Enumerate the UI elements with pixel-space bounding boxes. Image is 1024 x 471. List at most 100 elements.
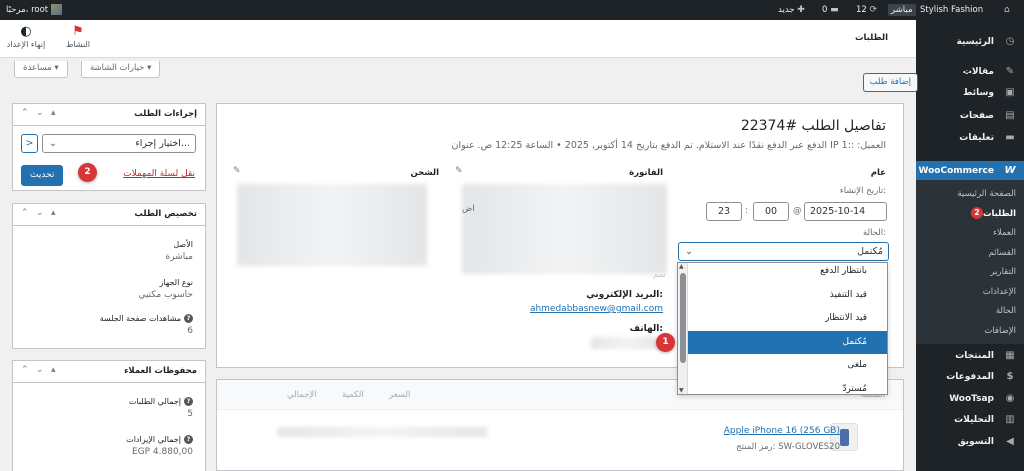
order-attribution-panel: تخصيص الطلب ⌃ ⌄ ▴ الأصل مباشرة نوع الجها… <box>12 203 206 349</box>
apply-action-button[interactable]: > <box>21 134 38 153</box>
total-orders-label: إجمالي الطلبات <box>128 397 181 406</box>
customer-history-header: محفوظات العملاء ⌃ ⌄ ▴ <box>13 361 205 383</box>
chevron-up-icon[interactable]: ⌃ <box>21 108 29 118</box>
new-content-menu[interactable]: جديد ✚ <box>778 0 805 20</box>
status-option[interactable]: مُستردّ <box>688 378 887 395</box>
chevron-up-icon[interactable]: ⌃ <box>21 365 29 375</box>
customer-email-link[interactable]: ahmedabbasnew@gmail.com <box>530 304 663 314</box>
help-button[interactable]: مساعدة ▾ <box>14 61 68 78</box>
help-icon[interactable]: ? <box>184 314 193 323</box>
new-label: جديد <box>778 5 795 15</box>
scroll-thumb[interactable] <box>680 273 686 363</box>
sidebar-item-label: صفحات <box>959 111 994 121</box>
submenu-item[interactable]: الصفحة الرئيسية <box>916 185 1024 203</box>
woocommerce-icon: W <box>1004 165 1016 176</box>
sidebar-item-analytics[interactable]: ▥ التحليلات <box>916 410 1024 430</box>
sidebar-item-label: التسويق <box>957 437 994 447</box>
comments-menu[interactable]: 0 ▬ <box>822 0 839 20</box>
billing-partial-text-2: سم <box>653 270 666 280</box>
status-label: الحالة: <box>862 228 886 238</box>
chevron-down-icon: ⌄ <box>685 246 693 257</box>
order-action-select[interactable]: اختيار إجراء... ⌄ <box>42 134 196 153</box>
status-option[interactable]: قيد التنفيذ <box>688 284 887 307</box>
status-option[interactable]: مُكتمل <box>688 330 887 354</box>
comments-icon: ▬ <box>1005 132 1015 143</box>
payments-icon: $ <box>1006 371 1014 382</box>
help-icon[interactable]: ? <box>184 397 193 406</box>
status-option[interactable]: ملغى <box>688 354 887 377</box>
activity-bar: ◐ إنهاء الإعداد ⚑ النشاط الطلبات <box>0 20 916 58</box>
edit-shipping-icon[interactable]: ✎ <box>233 166 241 176</box>
howdy-text: مرحبًا، root <box>6 5 49 15</box>
minute-input[interactable]: 00 <box>753 202 789 221</box>
submenu-item[interactable]: العملاء <box>916 224 1024 242</box>
update-order-button[interactable]: تحديث <box>21 165 64 186</box>
finish-setup-label: إنهاء الإعداد <box>6 40 46 49</box>
status-select[interactable]: مُكتمل ⌄ <box>678 242 889 261</box>
sidebar-item-label: تعليقات <box>959 133 994 143</box>
status-option[interactable]: قيد الانتظار <box>688 307 887 330</box>
col-total: الإجمالي <box>287 390 317 400</box>
date-created-label: تاريخ الإنشاء: <box>839 186 886 196</box>
total-revenue-field: إجمالي الإيرادات? EGP 4.880,00 <box>126 435 193 457</box>
status-option[interactable]: بانتظار الدفع <box>688 263 887 283</box>
progress-circle-icon: ◐ <box>20 24 32 39</box>
sidebar-item-dashboard[interactable]: ◷ الرئيسية <box>916 32 1024 52</box>
origin-label: الأصل <box>173 240 193 249</box>
add-order-button[interactable]: إضافة طلب <box>862 73 918 92</box>
site-name-menu[interactable]: Stylish Fashion <box>920 0 983 20</box>
sidebar-item-label: المدفوعات <box>946 372 994 382</box>
sidebar-item-comments[interactable]: ▬ تعليقات <box>916 128 1024 148</box>
sidebar-item-marketing[interactable]: ◀ التسويق <box>916 432 1024 452</box>
edit-billing-icon[interactable]: ✎ <box>455 166 463 176</box>
time-colon: : <box>745 206 748 216</box>
submenu-item-label: الحالة <box>995 306 1016 316</box>
callout-1-badge: 1 <box>656 333 675 352</box>
home-icon[interactable]: ⌂ <box>1004 0 1010 20</box>
date-created-input[interactable]: 2025-10-14 <box>804 202 887 221</box>
activity-button[interactable]: ⚑ النشاط <box>56 24 100 49</box>
screen-options-button[interactable]: خيارات الشاشة ▾ <box>81 61 161 78</box>
finish-setup-button[interactable]: ◐ إنهاء الإعداد <box>4 24 48 49</box>
chevron-down-icon[interactable]: ⌄ <box>36 108 44 118</box>
submenu-item[interactable]: القسائم <box>916 244 1024 262</box>
help-icon[interactable]: ? <box>184 435 193 444</box>
sidebar-item-products[interactable]: ▦ المنتجات <box>916 346 1024 366</box>
submenu-item[interactable]: الإعدادات <box>916 283 1024 301</box>
toggle-panel-icon[interactable]: ▴ <box>51 365 56 375</box>
sidebar-item-payments[interactable]: $ المدفوعات <box>916 367 1024 387</box>
phone-label: الهاتف: <box>629 324 664 334</box>
sidebar-item-wootsap[interactable]: ◉ WooTsap <box>916 389 1024 409</box>
submenu-item[interactable]: الحالة <box>916 302 1024 320</box>
shipping-heading: الشحن <box>410 168 439 178</box>
scroll-down-icon[interactable]: ▼ <box>679 387 684 394</box>
admin-bar: مرحبًا، root جديد ✚ 0 ▬ 12 ⟳ مباشر Styli… <box>0 0 1024 20</box>
comment-icon: ▬ <box>830 5 839 15</box>
toggle-panel-icon[interactable]: ▴ <box>51 108 56 118</box>
hour-input[interactable]: 23 <box>706 202 742 221</box>
submenu-item[interactable]: الإضافات <box>916 322 1024 340</box>
order-actions-panel: إجراءات الطلب ⌃ ⌄ ▴ > اختيار إجراء... ⌄ … <box>12 103 206 191</box>
updates-count: 12 <box>856 5 867 15</box>
attribution-header: تخصيص الطلب ⌃ ⌄ ▴ <box>13 204 205 226</box>
chevron-down-icon[interactable]: ⌄ <box>36 365 44 375</box>
live-badge-text: مباشر <box>888 4 916 16</box>
chevron-up-icon[interactable]: ⌃ <box>21 208 29 218</box>
submenu-item[interactable]: التقارير <box>916 263 1024 281</box>
sidebar-item-pages[interactable]: ▤ صفحات <box>916 106 1024 126</box>
chevron-down-icon[interactable]: ⌄ <box>36 208 44 218</box>
status-dropdown-list[interactable]: ▲ ▼ بانتظار الدفع قيد التنفيذ قيد الانتظار… <box>677 262 888 395</box>
sidebar-item-woocommerce[interactable]: W WooCommerce <box>909 161 1024 181</box>
item-price-redacted <box>277 427 487 437</box>
product-name-link[interactable]: Apple iPhone 16 (256 GB) <box>724 426 840 436</box>
updates-menu[interactable]: 12 ⟳ <box>856 0 877 20</box>
howdy-user[interactable]: مرحبًا، root <box>6 0 63 20</box>
billing-address-redacted <box>462 184 667 274</box>
toggle-panel-icon[interactable]: ▴ <box>51 208 56 218</box>
submenu-item[interactable]: 2 الطلبات <box>916 205 1024 223</box>
dropdown-scrollbar[interactable]: ▲ ▼ <box>678 263 688 394</box>
move-to-trash-link[interactable]: نقل لسلة المهملات <box>123 169 195 179</box>
submenu-item-label: الإعدادات <box>982 286 1016 297</box>
live-badge: مباشر <box>888 0 916 20</box>
scroll-up-icon[interactable]: ▲ <box>679 263 684 270</box>
